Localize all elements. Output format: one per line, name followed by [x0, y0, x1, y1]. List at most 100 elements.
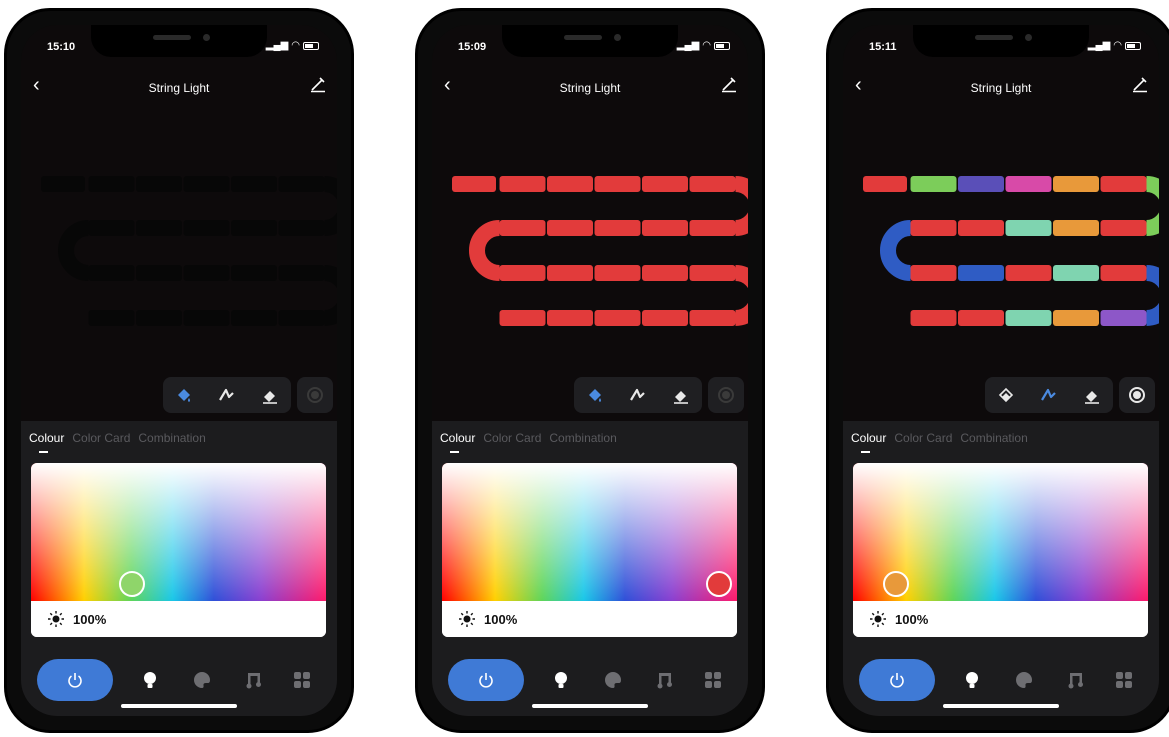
tab-colour[interactable]: Colour — [440, 431, 475, 445]
strip-segment[interactable] — [642, 310, 688, 326]
bulb-icon[interactable] — [550, 669, 572, 691]
color-picker[interactable]: 100% — [853, 463, 1148, 637]
strip-segment[interactable] — [88, 220, 135, 236]
pen-tool-button[interactable] — [216, 384, 238, 406]
strip-segment[interactable] — [547, 220, 593, 236]
strip-turn[interactable] — [1145, 176, 1160, 236]
tab-color-card[interactable]: Color Card — [72, 431, 130, 445]
record-button[interactable] — [297, 377, 333, 413]
strip-segment[interactable] — [594, 265, 641, 281]
strip-segment[interactable] — [594, 310, 641, 326]
strip-segment[interactable] — [1100, 176, 1147, 192]
strip-segment[interactable] — [689, 176, 736, 192]
strip-segment[interactable] — [642, 176, 688, 192]
strip-segment[interactable] — [231, 310, 277, 326]
fill-tool-button[interactable] — [584, 384, 606, 406]
strip-segment[interactable] — [1100, 310, 1147, 326]
strip-segment[interactable] — [88, 265, 135, 281]
brightness-slider[interactable]: 100% — [31, 601, 326, 637]
strip-segment[interactable] — [1005, 265, 1052, 281]
palette-icon[interactable] — [191, 669, 213, 691]
strip-segment[interactable] — [863, 176, 907, 192]
strip-turn[interactable] — [1145, 265, 1160, 326]
strip-segment[interactable] — [41, 176, 85, 192]
strip-segment[interactable] — [499, 310, 546, 326]
strip-segment[interactable] — [910, 176, 957, 192]
eraser-tool-button[interactable] — [1081, 384, 1103, 406]
tab-colour[interactable]: Colour — [29, 431, 64, 445]
record-button[interactable] — [1119, 377, 1155, 413]
strip-segment[interactable] — [910, 220, 957, 236]
strip-segment[interactable] — [594, 220, 641, 236]
power-button[interactable] — [448, 659, 524, 701]
brightness-slider[interactable]: 100% — [853, 601, 1148, 637]
music-icon[interactable] — [243, 669, 265, 691]
strip-segment[interactable] — [452, 176, 496, 192]
strip-segment[interactable] — [499, 176, 546, 192]
strip-turn[interactable] — [58, 220, 90, 281]
strip-segment[interactable] — [231, 220, 277, 236]
color-spectrum[interactable] — [442, 463, 737, 601]
strip-segment[interactable] — [547, 176, 593, 192]
strip-segment[interactable] — [1053, 310, 1099, 326]
color-spectrum[interactable] — [31, 463, 326, 601]
strip-segment[interactable] — [1100, 220, 1147, 236]
strip-segment[interactable] — [958, 310, 1004, 326]
strip-segment[interactable] — [594, 176, 641, 192]
tab-color-card[interactable]: Color Card — [483, 431, 541, 445]
pen-tool-button[interactable] — [1038, 384, 1060, 406]
strip-segment[interactable] — [1053, 220, 1099, 236]
strip-segment[interactable] — [1005, 310, 1052, 326]
power-button[interactable] — [37, 659, 113, 701]
strip-segment[interactable] — [910, 265, 957, 281]
strip-segment[interactable] — [1005, 176, 1052, 192]
tab-combination[interactable]: Combination — [138, 431, 205, 445]
strip-segment[interactable] — [689, 310, 736, 326]
strip-turn[interactable] — [880, 220, 912, 281]
pencil-icon[interactable] — [309, 75, 327, 93]
eraser-tool-button[interactable] — [670, 384, 692, 406]
eraser-tool-button[interactable] — [259, 384, 281, 406]
fill-tool-button[interactable] — [995, 384, 1017, 406]
color-picker-handle[interactable] — [883, 571, 909, 597]
color-picker[interactable]: 100% — [31, 463, 326, 637]
strip-segment[interactable] — [278, 220, 325, 236]
bulb-icon[interactable] — [961, 669, 983, 691]
tab-colour[interactable]: Colour — [851, 431, 886, 445]
strip-turn[interactable] — [469, 220, 501, 281]
strip-segment[interactable] — [547, 265, 593, 281]
strip-turn[interactable] — [734, 265, 749, 326]
strip-segment[interactable] — [642, 265, 688, 281]
strip-segment[interactable] — [183, 220, 230, 236]
strip-segment[interactable] — [183, 176, 230, 192]
strip-segment[interactable] — [547, 310, 593, 326]
strip-segment[interactable] — [1053, 176, 1099, 192]
strip-segment[interactable] — [499, 265, 546, 281]
strip-segment[interactable] — [910, 310, 957, 326]
strip-segment[interactable] — [1053, 265, 1099, 281]
color-picker-handle[interactable] — [706, 571, 732, 597]
grid-icon[interactable] — [291, 669, 313, 691]
strip-segment[interactable] — [958, 220, 1004, 236]
palette-icon[interactable] — [602, 669, 624, 691]
pen-tool-button[interactable] — [627, 384, 649, 406]
music-icon[interactable] — [1065, 669, 1087, 691]
strip-segment[interactable] — [136, 265, 182, 281]
strip-segment[interactable] — [278, 176, 325, 192]
strip-segment[interactable] — [689, 265, 736, 281]
color-picker[interactable]: 100% — [442, 463, 737, 637]
strip-turn[interactable] — [323, 176, 338, 236]
strip-segment[interactable] — [88, 176, 135, 192]
brightness-slider[interactable]: 100% — [442, 601, 737, 637]
strip-segment[interactable] — [958, 176, 1004, 192]
tab-color-card[interactable]: Color Card — [894, 431, 952, 445]
pencil-icon[interactable] — [720, 75, 738, 93]
strip-segment[interactable] — [183, 265, 230, 281]
strip-segment[interactable] — [278, 265, 325, 281]
strip-segment[interactable] — [136, 220, 182, 236]
fill-tool-button[interactable] — [173, 384, 195, 406]
color-picker-handle[interactable] — [119, 571, 145, 597]
strip-segment[interactable] — [88, 310, 135, 326]
strip-segment[interactable] — [183, 310, 230, 326]
strip-segment[interactable] — [1005, 220, 1052, 236]
